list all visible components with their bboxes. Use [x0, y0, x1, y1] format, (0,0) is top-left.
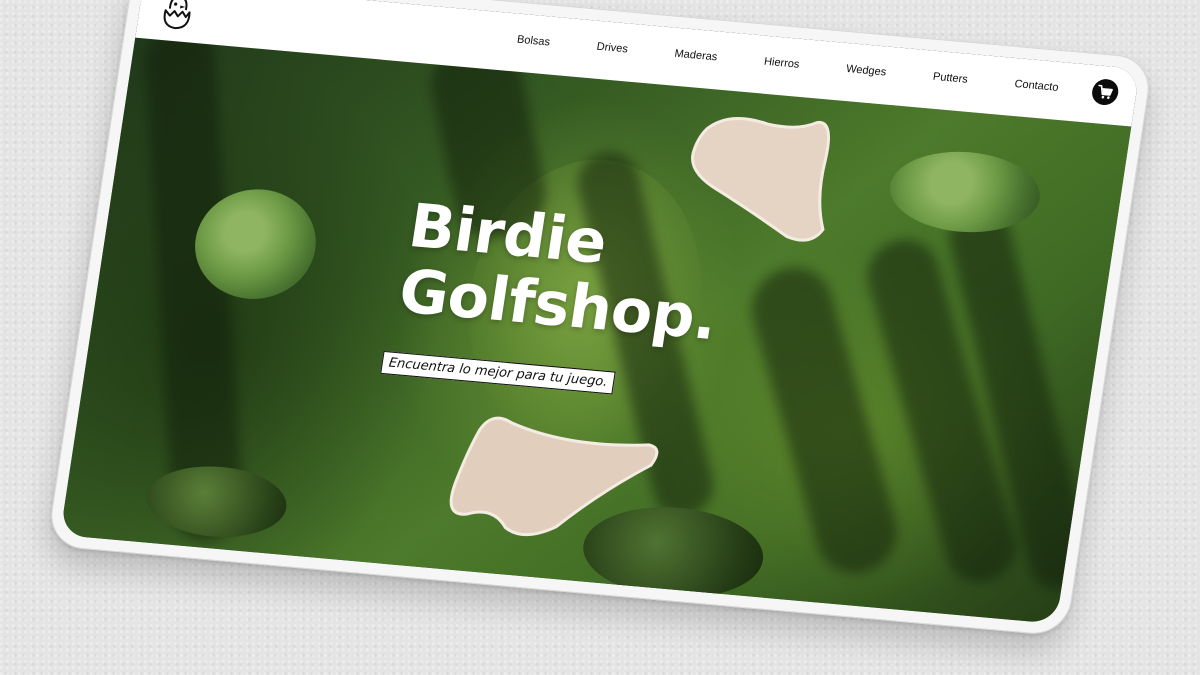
hero-title: Birdie Golfshop.	[394, 191, 732, 354]
nav-item-drives[interactable]: Drives	[596, 41, 629, 56]
cart-button[interactable]	[1090, 78, 1121, 107]
nav-item-bolsas[interactable]: Bolsas	[516, 34, 551, 49]
nav-item-wedges[interactable]: Wedges	[845, 63, 887, 78]
sand-bunker	[449, 416, 659, 537]
nav-item-contacto[interactable]: Contacto	[1014, 78, 1060, 94]
tree	[884, 145, 1046, 239]
nav-item-maderas[interactable]: Maderas	[674, 48, 718, 64]
shopping-cart-icon	[1098, 84, 1113, 99]
chick-in-egg-icon[interactable]	[154, 0, 200, 35]
nav-item-putters[interactable]: Putters	[932, 71, 969, 86]
browser-screen: Bolsas Drives Maderas Hierros Wedges Put…	[60, 0, 1140, 624]
device-mockup: Bolsas Drives Maderas Hierros Wedges Put…	[46, 0, 1154, 637]
tree	[141, 460, 292, 543]
nav-item-hierros[interactable]: Hierros	[763, 56, 800, 71]
hero-section: Birdie Golfshop. Encuentra lo mejor para…	[60, 22, 1132, 624]
